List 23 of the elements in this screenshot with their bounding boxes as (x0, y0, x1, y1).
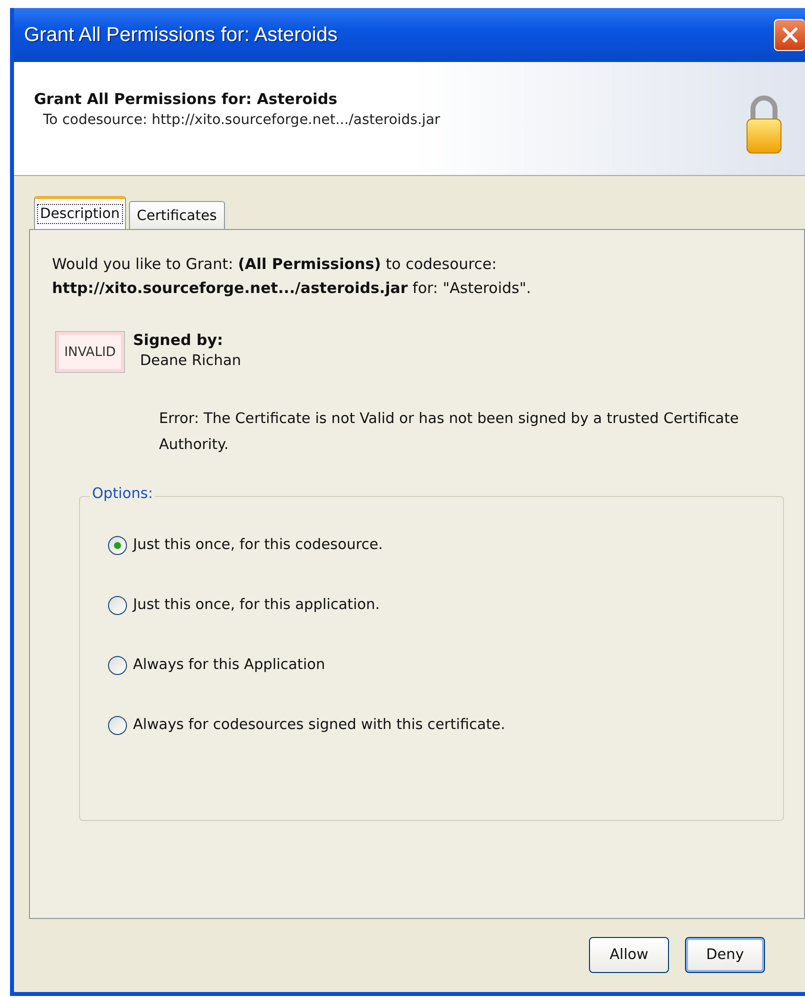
dialog-button[interactable]: Allow (589, 937, 669, 973)
option-label[interactable]: Always for this Application (133, 657, 326, 673)
signed-by-label: Signed by: (133, 331, 224, 349)
option-label[interactable]: Just this once, for this application. (133, 597, 380, 613)
window-title: Grant All Permissions for: Asteroids (24, 24, 338, 46)
invalid-badge: INVALID (55, 331, 125, 373)
tab[interactable]: Description (34, 196, 126, 229)
option-label[interactable]: Just this once, for this codesource. (133, 537, 383, 553)
radio-button[interactable] (108, 716, 127, 734)
permission-message: Would you like to Grant: (All Permissions) to codesource: http://xito.sourceforge.net.../asteroids.jar for: "Asteroids". (52, 254, 532, 299)
dialog-button[interactable]: Deny (685, 937, 765, 973)
signer-name: Deane Richan (140, 353, 242, 369)
error-message: Error: The Certificate is not Valid or has not been signed by a trusted Certificate Authority. (159, 410, 740, 455)
header-title: Grant All Permissions for: Asteroids (34, 90, 338, 108)
close-button[interactable] (774, 19, 805, 51)
radio-button[interactable] (108, 656, 127, 674)
header-subtitle: To codesource: http://xito.sourceforge.net.../asteroids.jar (43, 112, 440, 128)
tab[interactable]: Certificates (128, 201, 225, 229)
radio-button[interactable] (108, 536, 127, 554)
radio-button[interactable] (108, 596, 127, 614)
option-label[interactable]: Always for codesources signed with this certificate. (133, 717, 506, 733)
options-legend: Options: (90, 486, 155, 502)
close-icon (781, 26, 799, 44)
